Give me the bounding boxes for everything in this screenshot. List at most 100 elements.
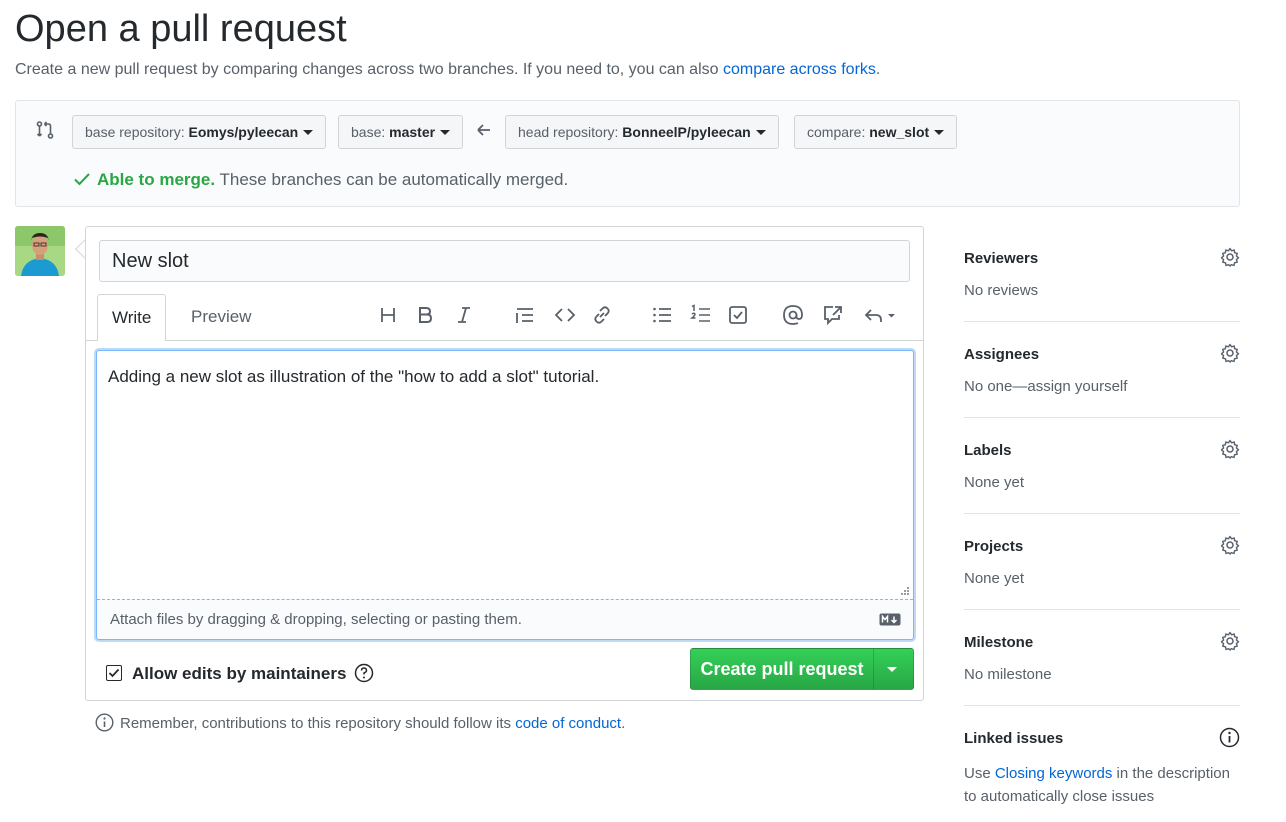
reviewers-heading: Reviewers <box>964 250 1039 267</box>
divider <box>964 417 1240 418</box>
allow-edits-control[interactable]: Allow edits by maintainers <box>106 663 374 684</box>
body-text: Adding a new slot as illustration of the… <box>108 367 600 386</box>
linked-issues-heading: Linked issues <box>964 730 1064 747</box>
head-repository-select[interactable]: head repository: BonneelP/pyleecan <box>505 115 779 149</box>
check-icon <box>108 668 120 678</box>
caret-down-icon <box>755 130 766 135</box>
gear-icon[interactable] <box>1220 247 1240 267</box>
reply-icon <box>864 309 895 322</box>
gear-icon[interactable] <box>1220 343 1240 363</box>
projects-heading: Projects <box>964 538 1024 555</box>
bold-tool[interactable] <box>413 303 437 327</box>
quote-icon <box>516 308 533 323</box>
mention-tool[interactable] <box>781 303 805 327</box>
resize-handle-icon[interactable] <box>900 586 910 596</box>
create-options-dropdown[interactable] <box>873 649 913 689</box>
code-of-conduct-reminder: Remember, contributions to this reposito… <box>95 713 625 732</box>
head-repo-value: BonneelP/pyleecan <box>622 124 751 140</box>
subtitle-text: Create a new pull request by comparing c… <box>15 61 723 78</box>
compare-icon <box>36 121 54 139</box>
divider <box>964 609 1240 610</box>
base-repository-select[interactable]: base repository: Eomys/pyleecan <box>72 115 327 149</box>
page-title: Open a pull request <box>15 8 347 50</box>
allow-edits-checkbox[interactable] <box>106 665 122 681</box>
saved-replies-tool[interactable] <box>862 303 900 327</box>
reminder-period: . <box>621 715 626 732</box>
base-branch-label: base: <box>351 124 390 140</box>
numbered-list-tool[interactable] <box>689 303 713 327</box>
base-repo-label: base repository: <box>85 124 189 140</box>
question-icon[interactable] <box>354 663 374 683</box>
link-icon <box>594 306 610 324</box>
reviewers-value: No reviews <box>964 282 1039 299</box>
linked-issues-description: Use Closing keywords in the description … <box>964 762 1240 808</box>
merge-status: Able to merge. These branches can be aut… <box>73 169 568 191</box>
labels-value: None yet <box>964 474 1025 491</box>
page-subtitle: Create a new pull request by comparing c… <box>15 60 880 80</box>
caret-down-icon <box>440 130 451 135</box>
code-icon <box>554 308 576 322</box>
base-branch-select[interactable]: base: master <box>338 115 464 149</box>
italic-tool[interactable] <box>452 303 476 327</box>
labels-heading: Labels <box>964 442 1012 459</box>
base-branch-value: master <box>389 124 436 140</box>
compare-branch-value: new_slot <box>869 124 930 140</box>
compare-across-forks-link[interactable]: compare across forks <box>723 61 876 78</box>
attach-files-hint: Attach files by dragging & dropping, sel… <box>110 611 522 628</box>
allow-edits-label: Allow edits by maintainers <box>132 664 347 683</box>
task-list-tool[interactable] <box>726 303 750 327</box>
create-pull-request-button[interactable]: Create pull request <box>690 648 914 690</box>
avatar-image <box>15 226 65 276</box>
italic-icon <box>458 307 470 323</box>
check-icon <box>74 173 90 186</box>
file-attach-area[interactable]: Attach files by dragging & dropping, sel… <box>97 599 913 639</box>
bulleted-list-tool[interactable] <box>650 303 674 327</box>
mention-icon <box>783 305 803 325</box>
quote-tool[interactable] <box>513 303 537 327</box>
milestone-value: No milestone <box>964 666 1052 683</box>
title-input[interactable]: New slot <box>99 240 910 282</box>
body-textarea[interactable]: Adding a new slot as illustration of the… <box>96 350 914 640</box>
tab-write[interactable]: Write <box>97 294 167 341</box>
gear-icon[interactable] <box>1220 439 1240 459</box>
milestone-heading: Milestone <box>964 634 1034 651</box>
caret-down-icon <box>303 130 314 135</box>
code-of-conduct-link[interactable]: code of conduct <box>515 715 621 732</box>
closing-keywords-link[interactable]: Closing keywords <box>995 765 1113 782</box>
tabs-divider <box>86 340 923 341</box>
linked-prefix: Use <box>964 765 995 782</box>
projects-value: None yet <box>964 570 1025 587</box>
head-repo-label: head repository: <box>518 124 623 140</box>
heading-tool[interactable] <box>376 303 400 327</box>
assignees-value[interactable]: No one—assign yourself <box>964 378 1127 395</box>
link-tool[interactable] <box>590 303 614 327</box>
reference-tool[interactable] <box>821 303 845 327</box>
subtitle-period: . <box>875 61 881 78</box>
divider <box>964 321 1240 322</box>
caret-down-icon <box>887 667 897 672</box>
bulleted-list-icon <box>653 307 671 323</box>
tab-preview[interactable]: Preview <box>177 294 265 340</box>
bold-icon <box>419 307 433 323</box>
arrow-left-icon <box>477 124 490 136</box>
avatar[interactable] <box>15 226 65 276</box>
info-icon[interactable] <box>1219 727 1240 748</box>
create-pull-request-label: Create pull request <box>700 659 864 679</box>
merge-message: These branches can be automatically merg… <box>215 170 569 189</box>
code-tool[interactable] <box>553 303 577 327</box>
compare-branch-select[interactable]: compare: new_slot <box>794 115 958 149</box>
range-editor: base repository: Eomys/pyleecan base: ma… <box>15 100 1240 207</box>
info-icon <box>95 713 114 732</box>
compare-branch-label: compare: <box>807 124 870 140</box>
divider <box>964 705 1240 706</box>
assignees-heading: Assignees <box>964 346 1040 363</box>
cross-reference-icon <box>824 306 842 326</box>
task-list-icon <box>729 306 747 324</box>
gear-icon[interactable] <box>1220 535 1240 555</box>
markdown-icon[interactable] <box>879 613 901 626</box>
divider <box>964 513 1240 514</box>
able-to-merge-text: Able to merge. <box>97 170 216 189</box>
gear-icon[interactable] <box>1220 631 1240 651</box>
heading-icon <box>381 308 395 322</box>
reminder-text: Remember, contributions to this reposito… <box>120 715 516 732</box>
